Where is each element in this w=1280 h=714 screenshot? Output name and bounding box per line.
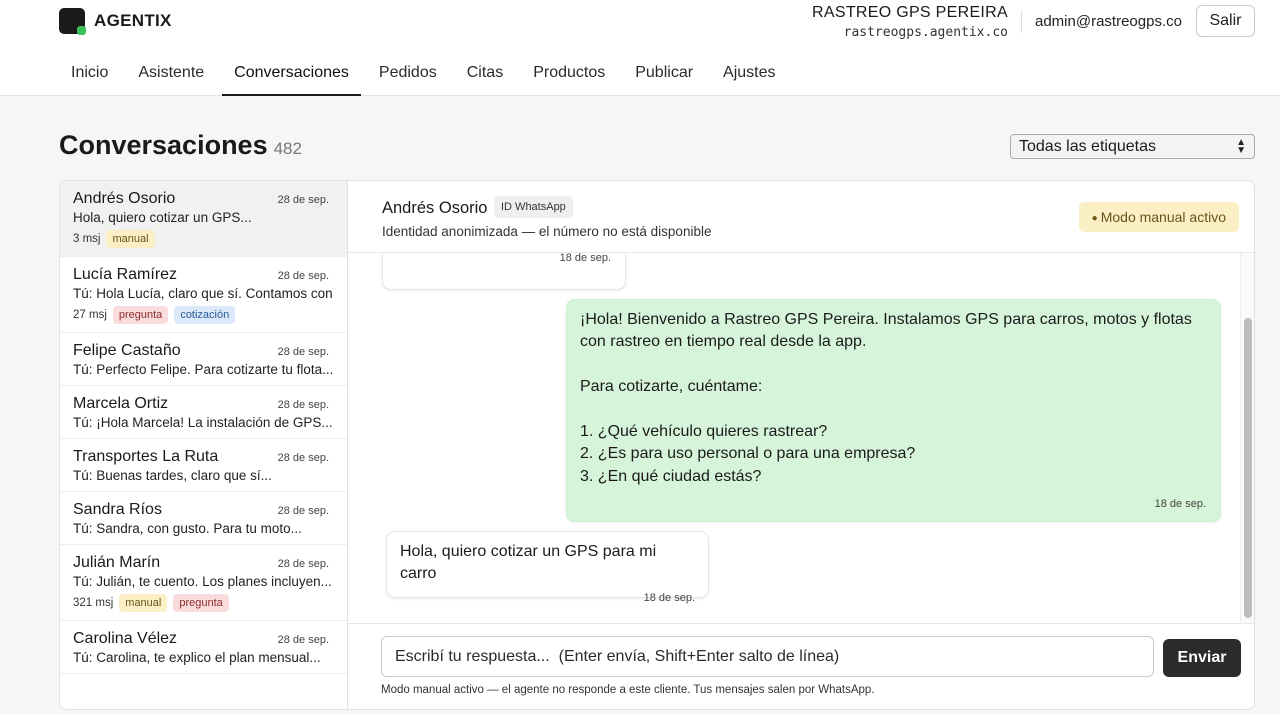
message-bubble-incoming: Hola, quiero cotizar un GPS para mi carr… — [386, 531, 709, 604]
message-time: 18 de sep. — [643, 591, 695, 604]
reply-composer: Enviar Modo manual activo — el agente no… — [348, 623, 1254, 709]
agentix-logo — [59, 8, 86, 35]
page-title-text: Conversaciones — [59, 130, 268, 160]
conversation-count: 482 — [273, 139, 302, 158]
conversation-date: 28 de sep. — [277, 558, 329, 570]
main-nav: Inicio Asistente Conversaciones Pedidos … — [59, 50, 794, 96]
message-count: 27 msj — [73, 309, 107, 321]
tab-publicar[interactable]: Publicar — [623, 50, 705, 96]
conversation-date: 28 de sep. — [277, 346, 329, 358]
list-item[interactable]: Andrés Osorio 28 de sep. Hola, quiero co… — [60, 181, 347, 257]
tag-filter-value: Todas las etiquetas — [1019, 137, 1156, 155]
list-item[interactable]: Felipe Castaño 28 de sep. Tú: Perfecto F… — [60, 333, 347, 386]
conversation-date: 28 de sep. — [277, 270, 329, 282]
tag-filter-select[interactable]: Todas las etiquetas ▲ ▼ — [1010, 134, 1255, 159]
tab-asistente[interactable]: Asistente — [126, 50, 216, 96]
conversation-date: 28 de sep. — [277, 634, 329, 646]
conversations-panel: Andrés Osorio 28 de sep. Hola, quiero co… — [59, 180, 1255, 710]
page-title: Conversaciones 482 — [59, 130, 302, 161]
conversation-meta: 321 msj manual pregunta — [73, 594, 333, 612]
tag-badge: pregunta — [112, 306, 169, 324]
chat-pane: Andrés Osorio ID WhatsApp Identidad anon… — [348, 181, 1254, 709]
tab-conversaciones[interactable]: Conversaciones — [222, 50, 361, 96]
conversation-date: 28 de sep. — [277, 399, 329, 411]
user-email: admin@rastreogps.co — [1035, 13, 1182, 30]
conversation-meta: 27 msj pregunta cotización — [73, 306, 333, 324]
message-bubble-outgoing: ¡Hola! Bienvenido a Rastreo GPS Pereira.… — [566, 299, 1221, 522]
tag-badge: manual — [106, 230, 155, 248]
tab-productos[interactable]: Productos — [521, 50, 617, 96]
message-preview: Tú: ¡Hola Marcela! La instalación de GPS… — [73, 415, 333, 430]
message-count: 3 msj — [73, 233, 101, 245]
logo-accent-dot — [77, 26, 86, 35]
whatsapp-id-badge: ID WhatsApp — [494, 196, 573, 218]
chat-scrollbar[interactable] — [1240, 253, 1254, 623]
message-preview: Tú: Hola Lucía, claro que sí. Contamos c… — [73, 286, 333, 301]
tag-badge: cotización — [174, 306, 236, 324]
logout-button[interactable]: Salir — [1196, 5, 1255, 37]
message-thread: 18 de sep. ¡Hola! Bienvenido a Rastreo G… — [348, 253, 1254, 623]
message-time: 18 de sep. — [559, 253, 611, 264]
message-time: 18 de sep. — [1154, 498, 1206, 510]
conversation-date: 28 de sep. — [277, 194, 329, 206]
composer-note: Modo manual activo — el agente no respon… — [381, 684, 875, 696]
message-bubble-incoming: 18 de sep. — [382, 253, 626, 290]
identity-note: Identidad anonimizada — el número no est… — [382, 224, 712, 239]
scrollbar-thumb[interactable] — [1244, 318, 1252, 618]
message-preview: Hola, quiero cotizar un GPS... — [73, 210, 252, 225]
account-domain: rastreogps.agentix.co — [843, 25, 1008, 40]
message-preview: Tú: Buenas tardes, claro que sí... — [73, 468, 272, 483]
message-preview: Tú: Perfecto Felipe. Para cotizarte tu f… — [73, 362, 333, 377]
reply-input[interactable] — [381, 636, 1154, 677]
chat-header: Andrés Osorio ID WhatsApp Identidad anon… — [348, 181, 1254, 253]
header-divider — [1021, 11, 1022, 33]
tab-ajustes[interactable]: Ajustes — [711, 50, 787, 96]
conversation-date: 28 de sep. — [277, 452, 329, 464]
list-item[interactable]: Marcela Ortiz 28 de sep. Tú: ¡Hola Marce… — [60, 386, 347, 439]
message-preview: Tú: Carolina, te explico el plan mensual… — [73, 650, 321, 665]
status-dot-icon: ● — [1091, 213, 1098, 224]
message-text: ¡Hola! Bienvenido a Rastreo GPS Pereira.… — [580, 311, 1192, 485]
send-button[interactable]: Enviar — [1163, 639, 1241, 677]
list-item[interactable]: Julián Marín 28 de sep. Tú: Julián, te c… — [60, 545, 347, 621]
select-arrows-icon: ▲ ▼ — [1236, 136, 1246, 156]
tab-pedidos[interactable]: Pedidos — [367, 50, 449, 96]
account-name: RASTREO GPS PEREIRA — [812, 4, 1008, 21]
manual-mode-label: Modo manual activo — [1100, 209, 1226, 225]
conversation-date: 28 de sep. — [277, 505, 329, 517]
list-item[interactable]: Lucía Ramírez 28 de sep. Tú: Hola Lucía,… — [60, 257, 347, 333]
conversation-list: Andrés Osorio 28 de sep. Hola, quiero co… — [60, 181, 348, 709]
manual-mode-badge: ● Modo manual activo — [1078, 202, 1239, 232]
message-text: Hola, quiero cotizar un GPS para mi carr… — [400, 543, 661, 583]
chat-contact-name: Andrés Osorio — [382, 199, 488, 217]
tag-badge: pregunta — [173, 594, 229, 612]
list-item[interactable]: Carolina Vélez 28 de sep. Tú: Carolina, … — [60, 621, 347, 674]
account-info: RASTREO GPS PEREIRA rastreogps.agentix.c… — [812, 4, 1008, 40]
list-item[interactable]: Transportes La Ruta 28 de sep. Tú: Buena… — [60, 439, 347, 492]
list-item[interactable]: Sandra Ríos 28 de sep. Tú: Sandra, con g… — [60, 492, 347, 545]
tab-inicio[interactable]: Inicio — [59, 50, 120, 96]
message-count: 321 msj — [73, 597, 114, 609]
tab-citas[interactable]: Citas — [455, 50, 515, 96]
message-preview: Tú: Julián, te cuento. Los planes incluy… — [73, 574, 332, 589]
brand-name: AGENTIX — [94, 11, 172, 30]
message-preview: Tú: Sandra, con gusto. Para tu moto... — [73, 521, 302, 536]
tag-badge: manual — [119, 594, 168, 612]
top-header: AGENTIX RASTREO GPS PEREIRA rastreogps.a… — [0, 0, 1280, 96]
conversation-meta: 3 msj manual — [73, 230, 333, 248]
